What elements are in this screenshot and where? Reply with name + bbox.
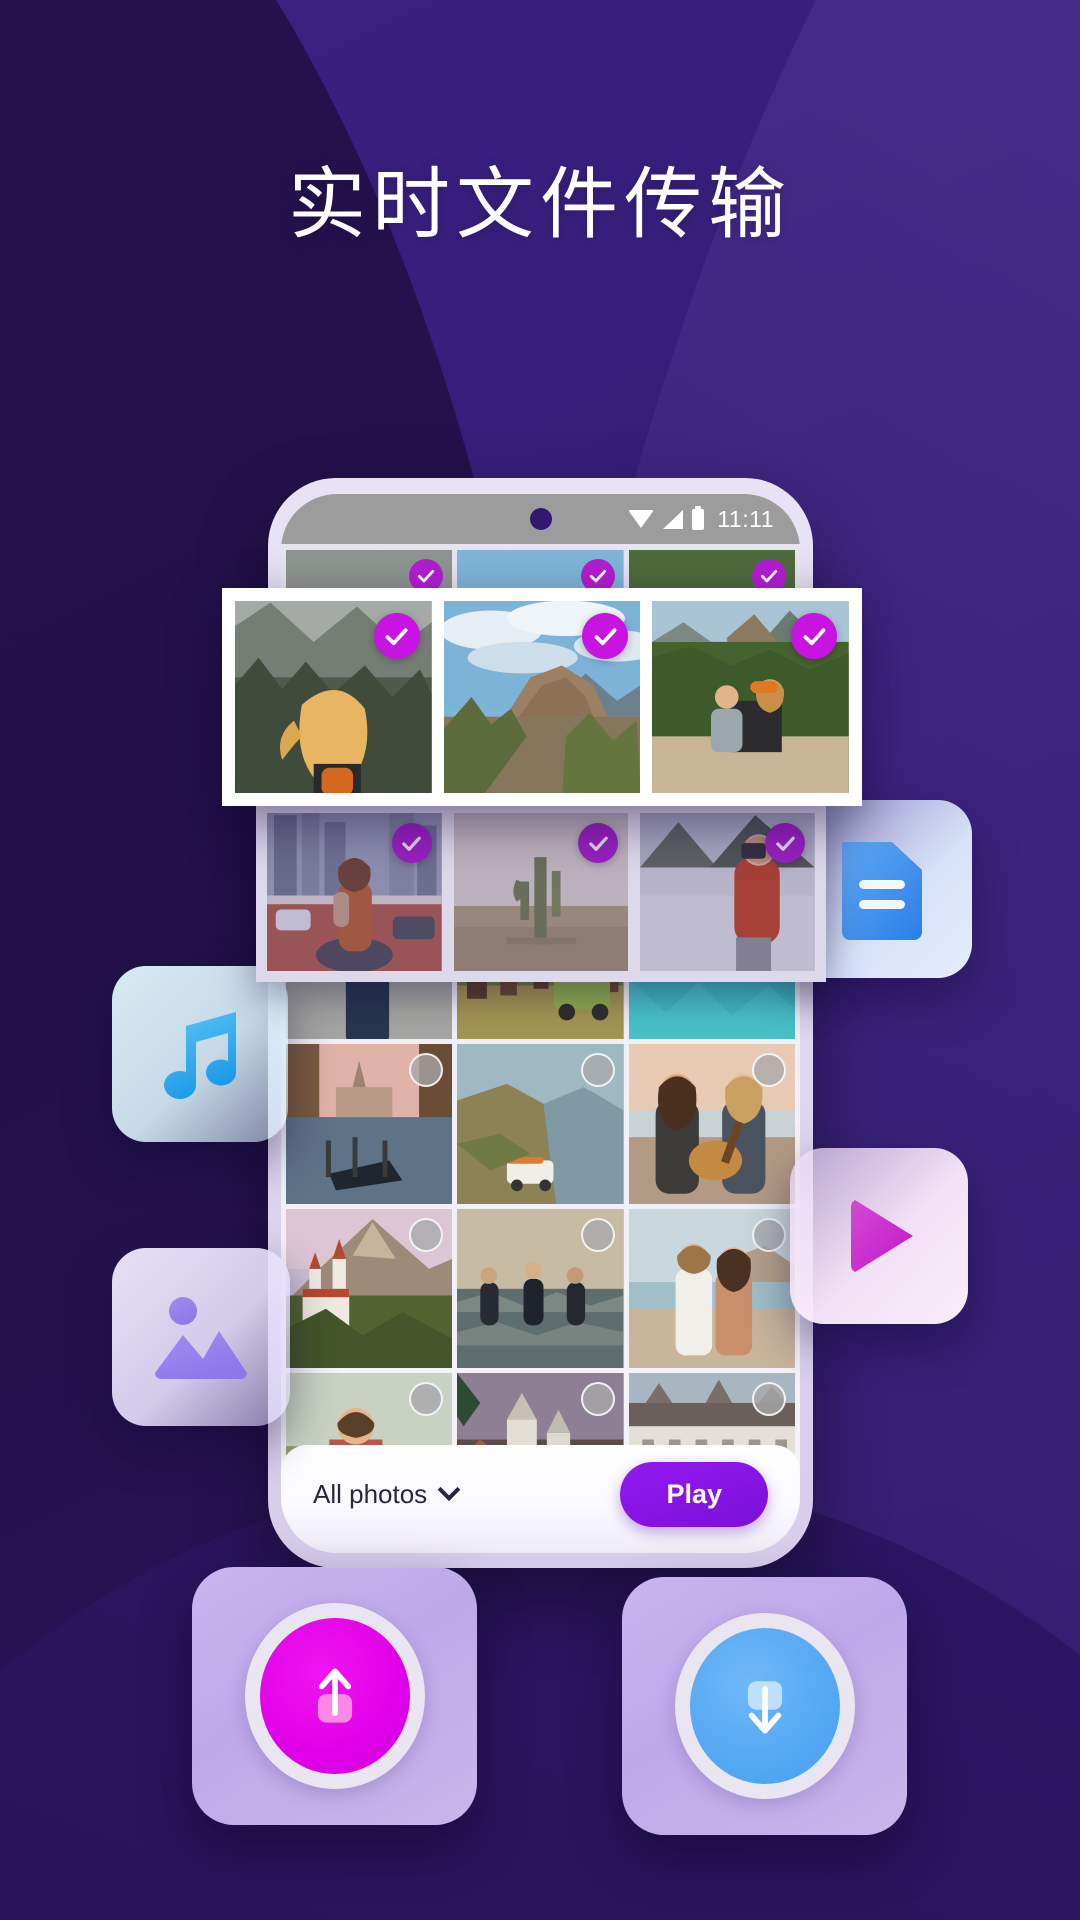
unselected-circle-icon[interactable] bbox=[751, 1217, 786, 1252]
download-arrow-icon bbox=[747, 1681, 782, 1734]
battery-icon bbox=[692, 505, 705, 530]
photo-rock-formation-sky[interactable] bbox=[443, 601, 641, 793]
selected-check-icon[interactable] bbox=[765, 823, 806, 863]
file-tile-music[interactable] bbox=[112, 966, 288, 1142]
send-button-ring bbox=[244, 1603, 425, 1789]
play-button[interactable]: Play bbox=[620, 1461, 768, 1527]
photo-castle-mountain[interactable] bbox=[286, 1208, 453, 1369]
signal-icon bbox=[663, 509, 684, 529]
document-icon bbox=[842, 842, 922, 940]
selected-check-icon[interactable] bbox=[373, 613, 420, 659]
photo-camper-coast[interactable] bbox=[457, 1044, 624, 1204]
photo-cactus-desert[interactable] bbox=[453, 813, 629, 971]
status-bar-indicators: 11:11 bbox=[628, 505, 774, 533]
all-photos-label: All photos bbox=[313, 1478, 428, 1509]
picker-bottom-bar: All photos Play bbox=[281, 1445, 800, 1553]
unselected-circle-icon[interactable] bbox=[580, 1053, 615, 1088]
photo-surfers-ocean[interactable] bbox=[457, 1208, 624, 1369]
receive-button[interactable] bbox=[689, 1628, 840, 1784]
photo-photographer-lake[interactable] bbox=[640, 813, 816, 971]
receive-action-tile[interactable] bbox=[622, 1577, 907, 1835]
play-triangle-icon bbox=[850, 1200, 913, 1272]
poster-stage: 实时文件传输 11:11 All photos Play bbox=[0, 0, 1080, 1920]
status-bar-time: 11:11 bbox=[717, 505, 774, 532]
upload-arrow-icon bbox=[317, 1668, 352, 1723]
all-photos-dropdown[interactable]: All photos bbox=[313, 1478, 461, 1510]
wifi-icon bbox=[628, 510, 655, 528]
unselected-circle-icon[interactable] bbox=[751, 1053, 786, 1088]
selected-photos-card-1 bbox=[222, 588, 862, 806]
photo-couple-overlook[interactable] bbox=[652, 601, 850, 793]
chevron-down-icon bbox=[437, 1478, 461, 1502]
music-note-icon bbox=[164, 1012, 237, 1099]
photo-couple-beach[interactable] bbox=[628, 1208, 795, 1369]
photo-venice-gondola[interactable] bbox=[286, 1044, 453, 1204]
unselected-circle-icon[interactable] bbox=[409, 1217, 444, 1252]
page-title: 实时文件传输 bbox=[287, 160, 792, 250]
status-bar: 11:11 bbox=[281, 494, 800, 544]
selected-photos-card-2 bbox=[256, 802, 826, 982]
selected-row-1 bbox=[235, 601, 850, 793]
photo-guitar-friends[interactable] bbox=[628, 1044, 795, 1204]
receive-button-ring bbox=[674, 1613, 855, 1799]
file-tile-video[interactable] bbox=[790, 1148, 968, 1324]
unselected-circle-icon[interactable] bbox=[580, 1382, 615, 1417]
camera-dot-icon bbox=[529, 508, 552, 530]
selected-check-icon[interactable] bbox=[391, 823, 432, 863]
send-button[interactable] bbox=[259, 1618, 410, 1774]
send-action-tile[interactable] bbox=[192, 1567, 477, 1825]
selected-check-icon[interactable] bbox=[791, 613, 838, 659]
file-tile-image[interactable] bbox=[112, 1248, 290, 1426]
selected-row-2 bbox=[267, 813, 816, 971]
photo-woman-mountain-fog[interactable] bbox=[235, 601, 432, 793]
unselected-circle-icon[interactable] bbox=[580, 1217, 615, 1252]
photo-woman-city-street[interactable] bbox=[267, 813, 442, 971]
image-icon bbox=[154, 1297, 248, 1379]
